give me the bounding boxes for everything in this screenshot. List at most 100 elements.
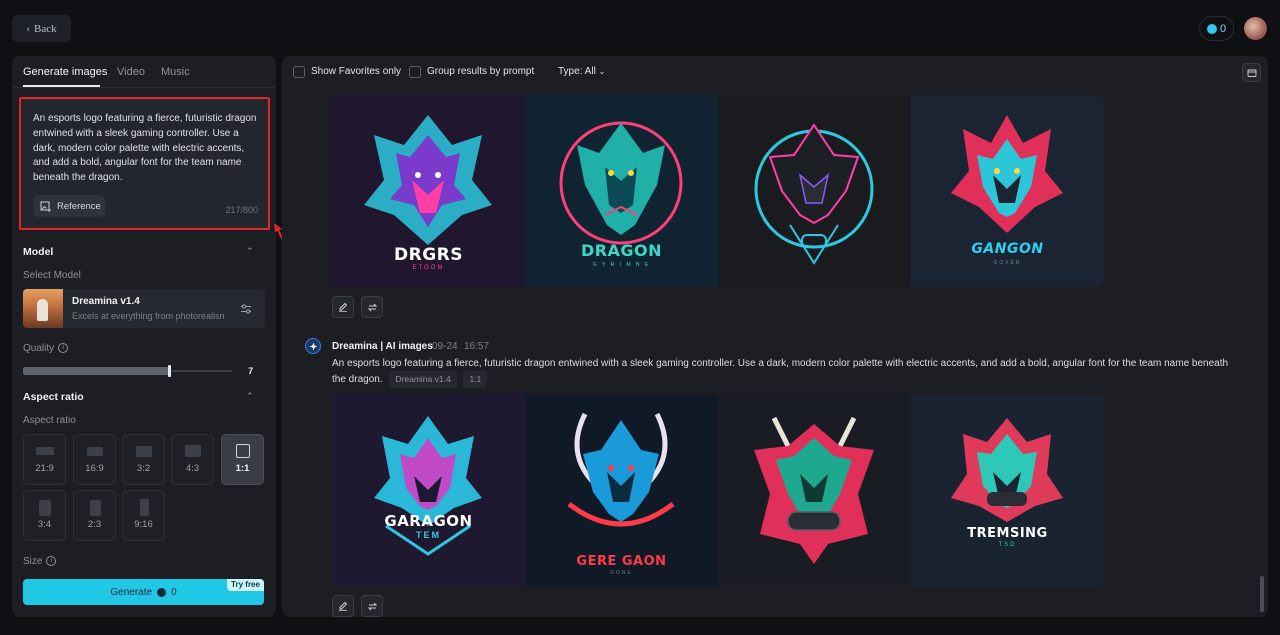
quality-label: Quality xyxy=(23,343,55,354)
filter-bar: Show Favorites only Group results by pro… xyxy=(282,56,1268,88)
aspect-4-3[interactable]: 4:3 xyxy=(171,434,214,485)
generate-cost: 0 xyxy=(171,586,177,598)
logo-subtext: ETOOM xyxy=(412,265,445,271)
prompt-text[interactable]: An esports logo featuring a fierce, futu… xyxy=(33,112,259,186)
model-description: Excels at everything from photorealism t… xyxy=(72,311,224,321)
edit-icon[interactable] xyxy=(332,296,354,318)
generation-prompt: An esports logo featuring a fierce, futu… xyxy=(332,356,1232,388)
quality-slider-track[interactable] xyxy=(170,370,232,372)
aspect-label: 1:1 xyxy=(235,463,250,474)
aspect-2-3[interactable]: 2:3 xyxy=(73,490,116,541)
image-grid-row: DRGRS ETOOM DRAGON G Y R I M N E GANGON … xyxy=(332,95,1104,287)
model-name: Dreamina v1.4 xyxy=(72,296,140,307)
chevron-up-icon[interactable]: ⌃ xyxy=(246,391,254,401)
type-filter-label: Type: All xyxy=(558,66,596,77)
size-label: Size xyxy=(23,556,43,567)
regenerate-icon[interactable] xyxy=(361,296,383,318)
size-label-row: Size i xyxy=(23,556,57,567)
aspect-16-9[interactable]: 16:9 xyxy=(73,434,116,485)
image-add-icon xyxy=(40,201,51,212)
quality-label-row: Quality i xyxy=(23,343,69,354)
generated-image[interactable]: TREMSING TSD xyxy=(911,394,1104,586)
aspect-3-4[interactable]: 3:4 xyxy=(23,490,66,541)
group-label[interactable]: Group results by prompt xyxy=(427,66,534,77)
aspect-label: 3:4 xyxy=(37,519,52,530)
generated-image[interactable]: DRAGON G Y R I M N E xyxy=(525,95,718,287)
quality-slider-handle[interactable] xyxy=(168,365,171,377)
generation-title: Dreamina | AI images xyxy=(332,341,433,352)
back-label: Back xyxy=(34,22,57,35)
aspect-label: 9:16 xyxy=(134,519,153,530)
tab-generate-images[interactable]: Generate images xyxy=(23,66,107,78)
tab-music[interactable]: Music xyxy=(161,66,190,78)
favorites-checkbox[interactable] xyxy=(293,66,305,78)
chevron-up-icon[interactable]: ⌃ xyxy=(246,246,254,256)
edit-icon[interactable] xyxy=(332,595,354,617)
reference-label: Reference xyxy=(57,200,101,212)
character-counter: 217/800 xyxy=(225,205,258,215)
quality-value: 7 xyxy=(248,366,254,377)
logo-subtext: G Y R I M N E xyxy=(592,262,651,268)
logo-text: GERE GAON xyxy=(576,554,667,569)
results-panel: Show Favorites only Group results by pro… xyxy=(282,56,1268,617)
avatar[interactable] xyxy=(1244,17,1267,40)
scrollbar[interactable] xyxy=(1260,576,1264,612)
model-tag: Dreamina v1.4 xyxy=(389,371,457,388)
ratio-tag: 1:1 xyxy=(463,371,488,388)
mode-tabs: Generate images Video Music xyxy=(12,56,276,88)
logo-subtext: GONE xyxy=(610,570,633,576)
generated-image[interactable] xyxy=(718,394,911,586)
tab-video[interactable]: Video xyxy=(117,66,145,78)
logo-text: DRGRS xyxy=(394,245,463,265)
logo-text: GANGON xyxy=(971,241,1044,257)
logo-subtext: GOXER xyxy=(993,260,1022,266)
select-model-label: Select Model xyxy=(23,270,81,281)
model-selector[interactable]: Dreamina v1.4 Excels at everything from … xyxy=(23,289,265,328)
try-free-badge: Try free xyxy=(227,579,264,591)
aspect-9-16[interactable]: 9:16 xyxy=(122,490,165,541)
logo-subtext: TEM xyxy=(416,530,441,540)
generated-image[interactable]: GARAGON TEM xyxy=(332,394,525,586)
generated-image[interactable]: GANGON GOXER xyxy=(911,95,1104,287)
aspect-label: 4:3 xyxy=(185,463,200,474)
generate-panel: Generate images Video Music An esports l… xyxy=(12,56,276,617)
credit-icon xyxy=(1206,23,1217,34)
folder-icon[interactable] xyxy=(1242,63,1261,82)
credits-count: 0 xyxy=(1219,22,1227,35)
generation-date: 09-24 xyxy=(432,341,458,352)
top-bar: ‹ Back 0 xyxy=(0,0,1280,56)
model-section-title: Model xyxy=(23,246,54,258)
model-thumbnail xyxy=(23,289,63,328)
aspect-label: 16:9 xyxy=(85,463,104,474)
settings-sliders-icon[interactable] xyxy=(239,302,253,316)
credit-icon xyxy=(157,587,167,597)
logo-text: GARAGON xyxy=(384,512,473,530)
generation-time: 16:57 xyxy=(464,341,490,352)
back-button[interactable]: ‹ Back xyxy=(12,15,71,42)
reference-button[interactable]: Reference xyxy=(33,195,105,217)
regenerate-icon[interactable] xyxy=(361,595,383,617)
aspect-label: 21:9 xyxy=(35,463,54,474)
info-icon[interactable]: i xyxy=(58,343,69,354)
type-filter-dropdown[interactable]: Type: All ⌄ xyxy=(558,66,605,77)
image-grid-row: GARAGON TEM GERE GAON GONE TREMSING TSD xyxy=(332,394,1104,586)
chevron-left-icon: ‹ xyxy=(26,22,31,35)
aspect-3-2[interactable]: 3:2 xyxy=(122,434,165,485)
favorites-label[interactable]: Show Favorites only xyxy=(311,66,401,77)
credits-badge[interactable]: 0 xyxy=(1199,16,1234,41)
aspect-1-1[interactable]: 1:1 xyxy=(221,434,264,485)
aspect-21-9[interactable]: 21:9 xyxy=(23,434,66,485)
generated-image[interactable]: DRGRS ETOOM xyxy=(332,95,525,287)
active-tab-indicator xyxy=(23,85,100,87)
generated-image[interactable]: GERE GAON GONE xyxy=(525,394,718,586)
group-checkbox[interactable] xyxy=(409,66,421,78)
dreamina-logo-icon xyxy=(305,338,321,354)
quality-slider-fill[interactable] xyxy=(23,367,170,375)
aspect-ratio-label: Aspect ratio xyxy=(23,415,76,426)
info-icon[interactable]: i xyxy=(46,556,57,567)
chevron-down-icon: ⌄ xyxy=(598,67,606,76)
prompt-input[interactable]: An esports logo featuring a fierce, futu… xyxy=(19,97,270,230)
logo-text: DRAGON xyxy=(580,241,663,260)
generated-image[interactable] xyxy=(718,95,911,287)
aspect-label: 2:3 xyxy=(87,519,102,530)
